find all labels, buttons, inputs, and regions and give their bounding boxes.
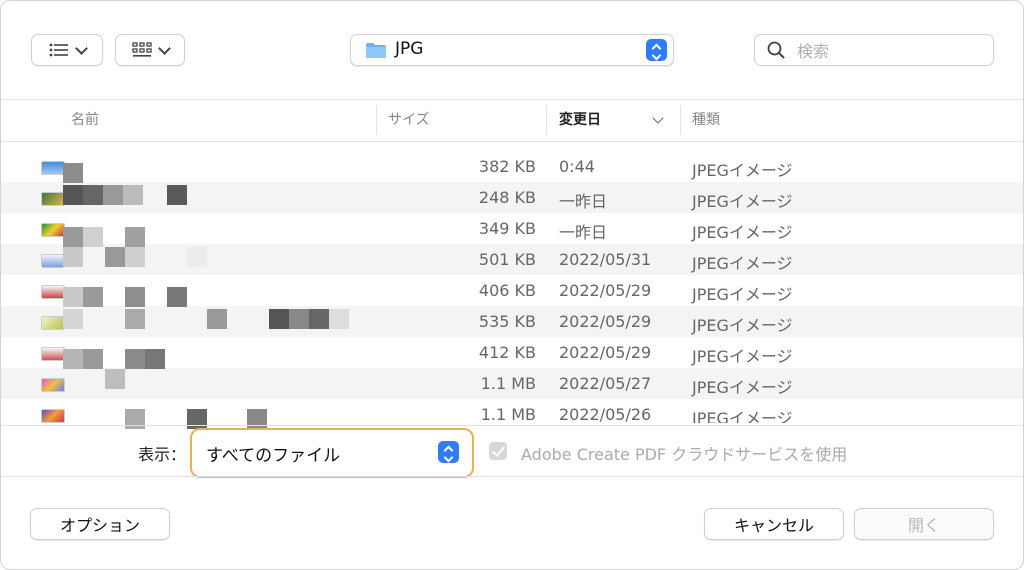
cancel-button[interactable]: キャンセル bbox=[704, 508, 844, 540]
image-thumbnail-icon bbox=[41, 409, 65, 423]
file-kind: JPEGイメージ bbox=[692, 223, 793, 242]
image-thumbnail-icon bbox=[41, 223, 65, 237]
file-date: 2022/05/27 bbox=[559, 374, 652, 393]
file-type-stepper-icon bbox=[438, 441, 459, 463]
file-size: 1.1 MB bbox=[480, 405, 536, 423]
file-type-popup[interactable]: すべてのファイル bbox=[190, 428, 474, 478]
file-row[interactable]: 406 KB 2022/05/29 JPEGイメージ bbox=[1, 275, 1023, 306]
column-separator[interactable] bbox=[680, 105, 681, 135]
file-size: 1.1 MB bbox=[480, 374, 536, 393]
file-kind: JPEGイメージ bbox=[692, 347, 793, 366]
file-type-value: すべてのファイル bbox=[206, 446, 341, 466]
column-separator[interactable] bbox=[546, 105, 547, 135]
column-separator[interactable] bbox=[376, 105, 377, 135]
image-thumbnail-icon bbox=[41, 161, 65, 175]
filter-label: 表示： bbox=[138, 445, 187, 464]
file-row[interactable]: 248 KB 一昨日 JPEGイメージ bbox=[1, 182, 1023, 213]
file-kind: JPEGイメージ bbox=[692, 316, 793, 335]
file-size: 382 KB bbox=[478, 157, 536, 176]
options-button[interactable]: オプション bbox=[30, 508, 170, 540]
column-header-date[interactable]: 変更日 bbox=[559, 109, 601, 129]
divider bbox=[1, 476, 1023, 477]
image-thumbnail-icon bbox=[41, 192, 65, 206]
file-size: 535 KB bbox=[478, 312, 536, 331]
search-input[interactable] bbox=[795, 39, 984, 63]
file-kind: JPEGイメージ bbox=[692, 161, 793, 180]
file-size: 406 KB bbox=[478, 281, 536, 300]
list-view-button[interactable] bbox=[31, 34, 103, 66]
file-row[interactable]: 535 KB 2022/05/29 JPEGイメージ bbox=[1, 306, 1023, 337]
image-thumbnail-icon bbox=[41, 285, 65, 299]
search-field[interactable] bbox=[754, 34, 994, 66]
location-label: JPG bbox=[395, 39, 424, 59]
image-thumbnail-icon bbox=[41, 254, 65, 268]
column-header-name[interactable]: 名前 bbox=[71, 109, 99, 129]
divider bbox=[1, 99, 1023, 100]
file-size: 412 KB bbox=[478, 343, 536, 362]
file-date: 0:44 bbox=[559, 157, 595, 176]
file-kind: JPEGイメージ bbox=[692, 378, 793, 397]
checkmark-icon bbox=[491, 443, 506, 457]
file-size: 501 KB bbox=[478, 250, 536, 269]
list-view-icon bbox=[49, 43, 68, 57]
file-row[interactable]: 349 KB 一昨日 JPEGイメージ bbox=[1, 213, 1023, 244]
column-header-kind[interactable]: 種類 bbox=[692, 109, 720, 129]
file-row[interactable]: 382 KB 0:44 JPEGイメージ bbox=[1, 151, 1023, 182]
file-kind: JPEGイメージ bbox=[692, 409, 793, 423]
grid-view-icon bbox=[131, 42, 152, 57]
file-date: 2022/05/29 bbox=[559, 281, 652, 300]
column-header-size[interactable]: サイズ bbox=[388, 109, 430, 129]
open-file-dialog: JPG 名前 サイズ 変更日 種類 382 KB 0:44 JPEGイメージ 2… bbox=[0, 0, 1024, 570]
image-thumbnail-icon bbox=[41, 316, 65, 330]
image-thumbnail-icon bbox=[41, 378, 65, 392]
file-date: 2022/05/26 bbox=[559, 405, 652, 423]
adobe-pdf-checkbox-label: Adobe Create PDF クラウドサービスを使用 bbox=[521, 445, 848, 464]
file-row[interactable]: 501 KB 2022/05/31 JPEGイメージ bbox=[1, 244, 1023, 275]
file-date: 2022/05/29 bbox=[559, 312, 652, 331]
file-kind: JPEGイメージ bbox=[692, 192, 793, 211]
location-popup[interactable]: JPG bbox=[350, 34, 674, 66]
file-list: 382 KB 0:44 JPEGイメージ 248 KB 一昨日 JPEGイメージ… bbox=[1, 151, 1023, 423]
file-row[interactable]: 412 KB 2022/05/29 JPEGイメージ bbox=[1, 337, 1023, 368]
file-date: 2022/05/31 bbox=[559, 250, 652, 269]
chevron-down-icon bbox=[157, 41, 171, 55]
divider bbox=[1, 425, 1023, 426]
file-size: 349 KB bbox=[478, 219, 536, 238]
open-button[interactable]: 開く bbox=[854, 508, 994, 540]
file-row[interactable]: 1.1 MB 2022/05/26 JPEGイメージ bbox=[1, 399, 1023, 423]
file-size: 248 KB bbox=[478, 188, 536, 207]
file-date: 一昨日 bbox=[559, 192, 608, 211]
file-kind: JPEGイメージ bbox=[692, 254, 793, 273]
sort-descending-icon bbox=[652, 112, 664, 124]
chevron-down-icon bbox=[74, 41, 88, 55]
file-date: 一昨日 bbox=[559, 223, 608, 242]
folder-icon bbox=[366, 43, 386, 58]
file-kind: JPEGイメージ bbox=[692, 285, 793, 304]
location-stepper-icon bbox=[646, 39, 667, 61]
file-date: 2022/05/29 bbox=[559, 343, 652, 362]
divider bbox=[1, 141, 1023, 142]
adobe-pdf-checkbox[interactable] bbox=[489, 442, 507, 460]
image-thumbnail-icon bbox=[41, 347, 65, 361]
search-icon bbox=[767, 41, 785, 59]
group-view-button[interactable] bbox=[115, 34, 185, 66]
file-row[interactable]: 1.1 MB 2022/05/27 JPEGイメージ bbox=[1, 368, 1023, 399]
